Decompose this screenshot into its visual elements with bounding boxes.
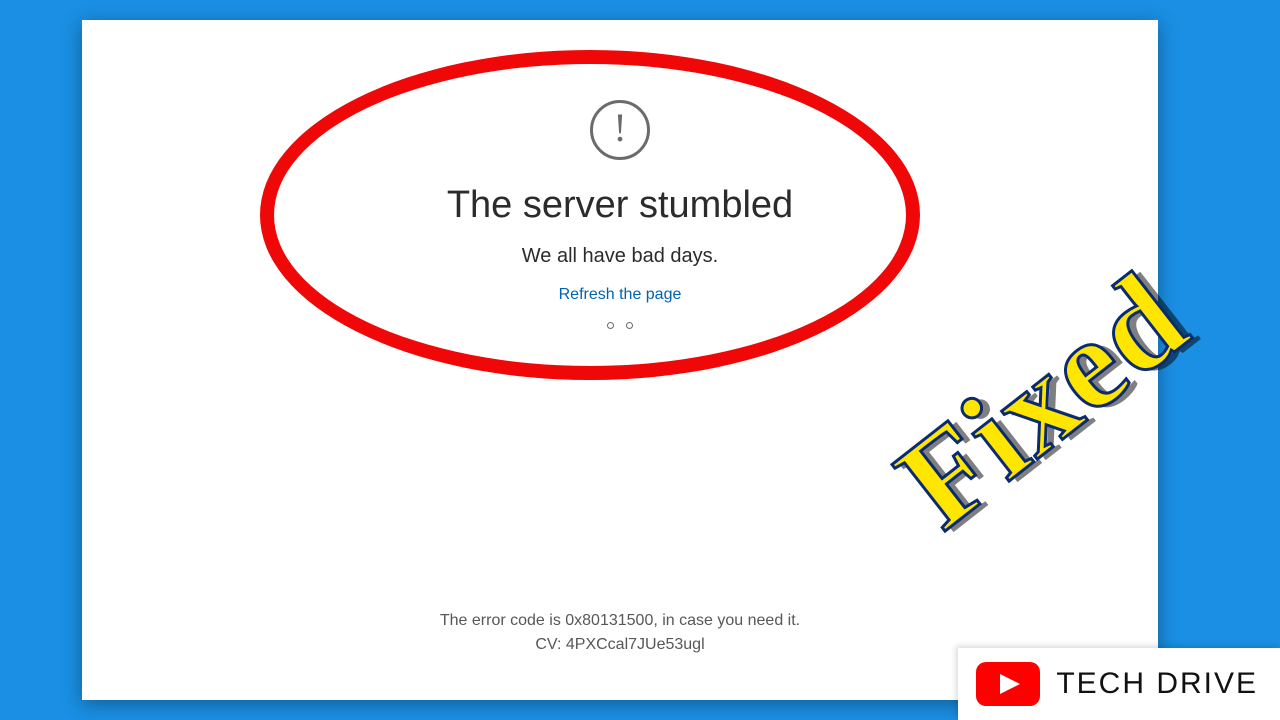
refresh-link[interactable]: Refresh the page [559,286,682,304]
error-content: ! The server stumbled We all have bad da… [82,100,1158,329]
exclamation-glyph: ! [613,108,626,148]
youtube-icon [976,662,1040,706]
error-panel: ! The server stumbled We all have bad da… [82,20,1158,700]
error-subtitle: We all have bad days. [522,245,718,268]
error-title: The server stumbled [447,184,793,227]
loading-dots [607,322,633,329]
error-code-text: The error code is 0x80131500, in case yo… [82,612,1158,630]
dot-icon [626,322,633,329]
channel-watermark: TECH DRIVE [958,648,1280,720]
dot-icon [607,322,614,329]
channel-name: TECH DRIVE [1056,667,1258,701]
exclamation-circle-icon: ! [590,100,650,160]
